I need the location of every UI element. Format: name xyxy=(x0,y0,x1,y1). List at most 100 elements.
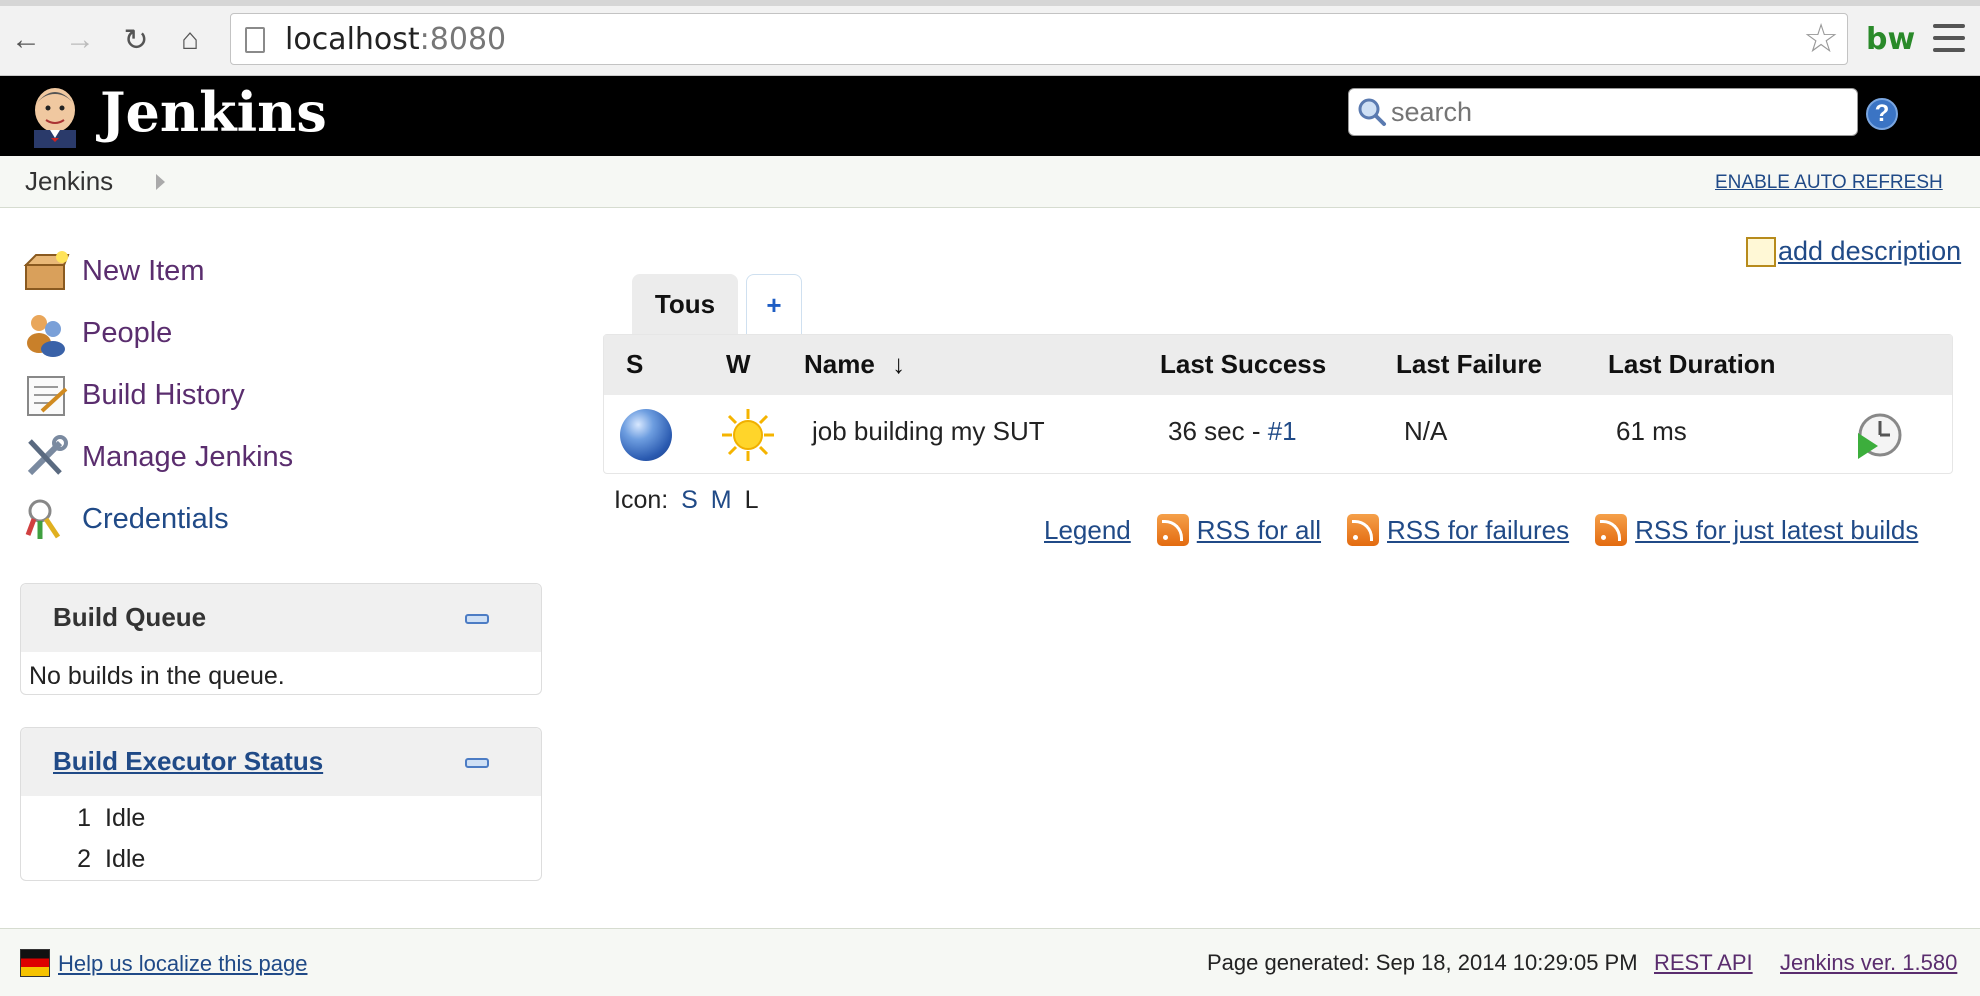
side-task-list: New Item People Build History Manage Jen… xyxy=(22,240,542,550)
jenkins-logo-icon[interactable] xyxy=(26,84,84,148)
edit-description-icon xyxy=(1746,236,1776,267)
tab-tous[interactable]: Tous xyxy=(632,274,738,336)
browser-tabstrip xyxy=(0,0,1980,6)
status-ball-blue-icon[interactable] xyxy=(620,409,672,461)
build-queue-header: Build Queue xyxy=(21,584,541,652)
column-name[interactable]: Name ↓ xyxy=(804,349,905,380)
build-executor-status-link[interactable]: Build Executor Status xyxy=(53,746,323,777)
executor-list: 1 Idle 2 Idle xyxy=(21,798,541,880)
column-last-success[interactable]: Last Success xyxy=(1160,349,1326,380)
icon-size-l: L xyxy=(744,486,759,514)
icon-size-s[interactable]: S xyxy=(681,486,698,514)
projects-table: S W Name ↓ Last Success Last Failure Las… xyxy=(603,334,1953,474)
task-people[interactable]: People xyxy=(22,302,542,364)
page-footer: Help us localize this page Page generate… xyxy=(0,928,1980,996)
help-localize-link[interactable]: Help us localize this page xyxy=(58,951,307,977)
jenkins-header: Jenkins ? xyxy=(0,76,1980,156)
breadcrumb-arrow-icon[interactable] xyxy=(156,174,165,190)
manage-jenkins-icon xyxy=(27,435,68,476)
build-queue-empty: No builds in the queue. xyxy=(29,662,285,690)
task-manage-jenkins-label[interactable]: Manage Jenkins xyxy=(82,441,293,474)
last-success-text: 36 sec - xyxy=(1168,416,1268,446)
address-url[interactable]: localhost:8080 xyxy=(285,22,506,57)
page-generated: Page generated: Sep 18, 2014 10:29:05 PM xyxy=(1207,950,1638,975)
schedule-build-icon[interactable] xyxy=(1854,411,1904,461)
rss-all-link[interactable]: RSS for all xyxy=(1197,515,1321,546)
localize-flag-icon xyxy=(20,949,50,977)
browser-menu-icon[interactable] xyxy=(1933,24,1965,52)
add-description[interactable]: add description xyxy=(1746,236,1961,267)
search-box[interactable] xyxy=(1348,88,1858,136)
executor-status: Idle xyxy=(105,845,146,873)
add-description-link[interactable]: add description xyxy=(1778,236,1961,267)
enable-auto-refresh-link[interactable]: ENABLE AUTO REFRESH xyxy=(1715,172,1943,194)
forward-icon[interactable]: → xyxy=(62,22,98,58)
sort-arrow-icon: ↓ xyxy=(892,349,906,379)
credentials-icon xyxy=(25,499,61,539)
executor-row: 2 Idle xyxy=(21,839,541,880)
icon-size-label: Icon: xyxy=(614,486,669,514)
icon-size-selector: Icon: S M L xyxy=(614,486,758,515)
legend-link[interactable]: Legend xyxy=(1044,515,1131,546)
rss-failures-link[interactable]: RSS for failures xyxy=(1387,515,1569,546)
build-queue-title: Build Queue xyxy=(53,602,207,632)
last-duration: 61 ms xyxy=(1616,416,1687,446)
url-port: :8080 xyxy=(419,22,507,57)
search-icon xyxy=(1358,98,1386,126)
url-host: localhost xyxy=(285,22,420,57)
task-credentials-label[interactable]: Credentials xyxy=(82,503,229,536)
executor-status: Idle xyxy=(105,804,146,832)
task-build-history[interactable]: Build History xyxy=(22,364,542,426)
icon-size-m[interactable]: M xyxy=(711,486,732,514)
rss-bar: Legend RSS for all RSS for failures RSS … xyxy=(1044,512,1918,548)
tab-add-view[interactable]: + xyxy=(746,274,802,336)
column-weather[interactable]: W xyxy=(726,349,751,380)
reload-icon[interactable]: ↻ xyxy=(118,22,154,58)
last-success-build-link[interactable]: #1 xyxy=(1268,416,1297,446)
task-new-item[interactable]: New Item xyxy=(22,240,542,302)
rss-icon[interactable] xyxy=(1595,514,1628,546)
build-queue-pane: Build Queue No builds in the queue. xyxy=(20,583,542,695)
page-icon xyxy=(245,27,265,53)
column-last-duration[interactable]: Last Duration xyxy=(1608,349,1776,380)
rss-latest-link[interactable]: RSS for just latest builds xyxy=(1635,515,1918,546)
extension-bw-icon[interactable]: bw xyxy=(1866,22,1915,57)
address-bar[interactable]: localhost:8080 ☆ xyxy=(230,13,1848,65)
search-input[interactable] xyxy=(1391,95,1831,129)
task-people-label[interactable]: People xyxy=(82,317,172,350)
task-credentials[interactable]: Credentials xyxy=(22,488,542,550)
home-icon[interactable]: ⌂ xyxy=(172,22,208,58)
executor-number: 1 xyxy=(77,804,91,832)
back-icon[interactable]: ← xyxy=(8,22,44,58)
jenkins-version-link[interactable]: Jenkins ver. 1.580 xyxy=(1780,950,1957,976)
new-item-icon xyxy=(23,251,70,290)
task-build-history-label[interactable]: Build History xyxy=(82,379,245,412)
collapse-icon[interactable] xyxy=(465,614,489,624)
breadcrumb-bar: Jenkins ENABLE AUTO REFRESH xyxy=(0,156,1980,208)
breadcrumb-jenkins[interactable]: Jenkins xyxy=(25,166,113,197)
browser-toolbar: ← → ↻ ⌂ localhost:8080 ☆ bw xyxy=(0,0,1980,76)
task-manage-jenkins[interactable]: Manage Jenkins xyxy=(22,426,542,488)
rss-icon[interactable] xyxy=(1347,514,1380,546)
jenkins-brand[interactable]: Jenkins xyxy=(100,80,327,144)
rss-icon[interactable] xyxy=(1156,514,1189,546)
build-history-icon xyxy=(27,376,68,416)
last-failure: N/A xyxy=(1404,416,1448,446)
people-icon xyxy=(27,315,65,357)
weather-sunny-icon[interactable] xyxy=(720,407,776,463)
table-header: S W Name ↓ Last Success Last Failure Las… xyxy=(604,335,1952,395)
executor-row: 1 Idle xyxy=(21,798,541,839)
rest-api-link[interactable]: REST API xyxy=(1654,950,1753,976)
table-row: job building my SUT 36 sec - #1 N/A 61 m… xyxy=(604,395,1952,475)
column-last-failure[interactable]: Last Failure xyxy=(1396,349,1542,380)
column-status[interactable]: S xyxy=(626,349,643,380)
build-executor-pane: Build Executor Status 1 Idle 2 Idle xyxy=(20,727,542,881)
help-icon[interactable]: ? xyxy=(1866,98,1898,130)
job-link[interactable]: job building my SUT xyxy=(812,416,1045,447)
column-name-label: Name xyxy=(804,349,875,379)
last-success: 36 sec - #1 xyxy=(1168,416,1297,447)
executor-number: 2 xyxy=(77,845,91,873)
task-new-item-label[interactable]: New Item xyxy=(82,255,204,288)
bookmark-star-icon[interactable]: ☆ xyxy=(1803,16,1839,62)
collapse-icon[interactable] xyxy=(465,758,489,768)
